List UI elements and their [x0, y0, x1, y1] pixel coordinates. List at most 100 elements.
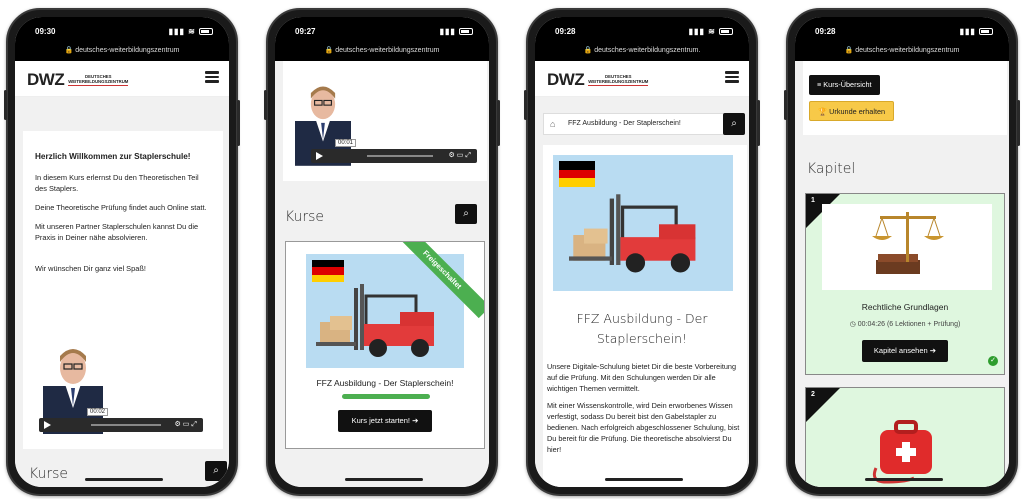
first-aid-kit-image	[872, 420, 932, 484]
description-paragraph: Mit einer Wissenskontrolle, wird Dein er…	[547, 401, 740, 454]
status-bar: 09:28 ▮▮▮ ≋	[535, 17, 749, 45]
welcome-heading: Herzlich Willkommen zur Staplerschule!	[35, 152, 191, 161]
video-time: 00:01	[335, 139, 357, 147]
url-text: deutsches-weiterbildungszentrum.	[594, 47, 701, 54]
settings-cast-fullscreen-icons[interactable]: ⚙▭⤢	[449, 151, 474, 160]
dwz-logo[interactable]: DWZ DEUTSCHES WEITERBILDUNGSZENTRUM	[547, 70, 649, 90]
section-title: Kapitel	[807, 161, 856, 177]
home-indicator	[85, 478, 163, 481]
chapter-card[interactable]: 1 Rechtliche Grundlagen ◷ 00:04:26 (6 Le…	[805, 193, 1005, 375]
welcome-text: Deine Theoretische Prüfung findet auch O…	[35, 203, 207, 212]
breadcrumb[interactable]: ⌂ FFZ Ausbildung - Der Staplerschein!	[543, 113, 741, 135]
course-card[interactable]: Freigeschaltet FFZ Ausbildung - Der Stap…	[285, 241, 485, 449]
status-bar: 09:28 ▮▮▮	[795, 17, 1009, 45]
signal-wifi-battery-icon: ▮▮▮	[960, 27, 993, 36]
start-course-button[interactable]: Kurs jetzt starten! ➔	[338, 410, 432, 432]
notch	[77, 17, 173, 35]
scales-of-justice-image	[822, 204, 992, 290]
search-icon[interactable]: ⌕	[205, 461, 227, 481]
site-header: DWZ DEUTSCHES WEITERBILDUNGSZENTRUM	[15, 61, 229, 97]
phone-4: 09:28 ▮▮▮ 🔒 deutsches-weiterbildungszent…	[784, 8, 1020, 496]
chapter-duration: ◷ 00:04:26 (6 Lektionen + Prüfung)	[849, 321, 961, 328]
url-bar[interactable]: 🔒 deutsches-weiterbildungszentrum	[15, 45, 229, 61]
logo-subtext: DEUTSCHES WEITERBILDUNGSZENTRUM	[588, 74, 649, 86]
status-time: 09:27	[295, 27, 316, 36]
phone-2: 09:27 ▮▮▮ 🔒 deutsches-weiterbildungszent…	[264, 8, 500, 496]
welcome-text: In diesem Kurs erlernst Du den Theoretis…	[35, 173, 199, 193]
course-overview-button[interactable]: ≡ Kurs-Übersicht	[809, 75, 880, 95]
video-time: 00:02	[87, 408, 109, 416]
video-progress-track[interactable]	[367, 155, 433, 157]
section-title: Kurse	[29, 466, 69, 482]
view-chapter-button[interactable]: Kapitel ansehen ➔	[862, 340, 948, 362]
forklift-illustration	[569, 194, 696, 273]
actions-card	[803, 61, 1007, 135]
status-bar: 09:27 ▮▮▮	[275, 17, 489, 45]
logo-text: DWZ	[27, 70, 65, 89]
welcome-text: Wir wünschen Dir ganz viel Spaß!	[35, 264, 146, 273]
url-bar[interactable]: 🔒 deutsches-weiterbildungszentrum	[275, 45, 489, 61]
signal-wifi-battery-icon: ▮▮▮ ≋	[169, 27, 213, 36]
phone-screen: 09:27 ▮▮▮ 🔒 deutsches-weiterbildungszent…	[275, 17, 489, 487]
breadcrumb-text[interactable]: FFZ Ausbildung - Der Staplerschein!	[568, 120, 681, 127]
logo-subtext: DEUTSCHES WEITERBILDUNGSZENTRUM	[68, 74, 129, 86]
phone-1: 09:30 ▮▮▮ ≋ 🔒 deutsches-weiterbildungsze…	[4, 8, 240, 496]
url-text: deutsches-weiterbildungszentrum	[855, 47, 960, 54]
site-header: DWZ DEUTSCHES WEITERBILDUNGSZENTRUM	[535, 61, 749, 97]
welcome-text: Mit unseren Partner Staplerschulen kanns…	[35, 222, 199, 242]
intro-video[interactable]: ⚙▭⤢ 00:01	[291, 71, 477, 171]
video-controls[interactable]: ⚙▭⤢	[311, 149, 477, 163]
chapter-card[interactable]: 2	[805, 387, 1005, 487]
german-flag-icon	[559, 161, 595, 187]
status-bar: 09:30 ▮▮▮ ≋	[15, 17, 229, 45]
list-icon: ≡	[817, 80, 822, 89]
intro-video[interactable]: ⚙▭⤢ 00:02	[35, 336, 205, 436]
phone-screen: 09:28 ▮▮▮ ≋ 🔒 deutsches-weiterbildungsze…	[535, 17, 749, 487]
url-text: deutsches-weiterbildungszentrum	[335, 47, 440, 54]
status-time: 09:30	[35, 27, 56, 36]
phone-3: 09:28 ▮▮▮ ≋ 🔒 deutsches-weiterbildungsze…	[524, 8, 760, 496]
url-bar[interactable]: 🔒 deutsches-weiterbildungszentrum.	[535, 45, 749, 61]
course-name: FFZ Ausbildung - Der Staplerschein!	[316, 378, 454, 388]
url-text: deutsches-weiterbildungszentrum	[75, 47, 180, 54]
search-icon[interactable]: ⌕	[455, 204, 477, 224]
german-flag-icon	[312, 260, 344, 282]
course-title: FFZ Ausbildung - Der Staplerschein!	[576, 311, 708, 346]
home-indicator	[605, 478, 683, 481]
home-indicator	[345, 478, 423, 481]
url-bar[interactable]: 🔒 deutsches-weiterbildungszentrum	[795, 45, 1009, 61]
hamburger-menu-icon[interactable]	[205, 71, 219, 83]
home-icon[interactable]: ⌂	[550, 119, 555, 129]
chapter-number: 2	[811, 391, 815, 398]
forklift-illustration	[316, 284, 434, 357]
chapter-title: Rechtliche Grundlagen	[861, 302, 949, 312]
completed-check-icon: ✓	[988, 356, 998, 366]
status-time: 09:28	[815, 27, 836, 36]
phone-screen: 09:28 ▮▮▮ 🔒 deutsches-weiterbildungszent…	[795, 17, 1009, 487]
video-controls[interactable]: ⚙▭⤢	[39, 418, 203, 432]
forklift-image	[553, 155, 733, 291]
screenshot-collage: 09:30 ▮▮▮ ≋ 🔒 deutsches-weiterbildungsze…	[0, 0, 1022, 499]
logo-text: DWZ	[547, 70, 585, 89]
notch	[597, 17, 693, 35]
clock-icon: ◷	[849, 321, 856, 328]
search-icon[interactable]: ⌕	[723, 113, 745, 135]
arrow-right-icon: ➔	[412, 416, 419, 425]
dwz-logo[interactable]: DWZ DEUTSCHES WEITERBILDUNGSZENTRUM	[27, 70, 129, 90]
trophy-icon: 🏆	[818, 107, 828, 116]
section-title: Kurse	[285, 209, 325, 225]
notch	[857, 17, 953, 35]
settings-cast-fullscreen-icons[interactable]: ⚙▭⤢	[175, 420, 200, 429]
course-progress-bar	[342, 394, 430, 399]
certificate-button[interactable]: 🏆 Urkunde erhalten	[809, 101, 895, 121]
notch	[337, 17, 433, 35]
play-icon[interactable]	[316, 152, 323, 160]
description-paragraph: Unsere Digitale-Schulung bietet Dir die …	[547, 362, 737, 393]
video-progress-track[interactable]	[91, 424, 161, 426]
hamburger-menu-icon[interactable]	[725, 71, 739, 83]
arrow-right-icon: ➔	[929, 346, 937, 355]
signal-wifi-battery-icon: ▮▮▮	[440, 27, 473, 36]
course-description: Unsere Digitale-Schulung bietet Dir die …	[547, 361, 741, 461]
play-icon[interactable]	[44, 421, 51, 429]
scales-illustration	[872, 212, 944, 274]
